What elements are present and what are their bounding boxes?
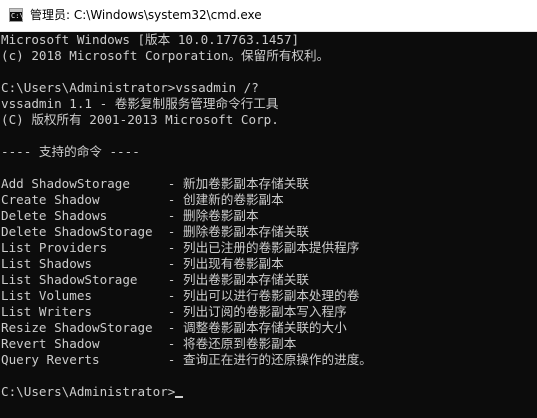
console-line: (c) 2018 Microsoft Corporation。保留所有权利。: [1, 48, 330, 63]
console-line: Microsoft Windows [版本 10.0.17763.1457]: [1, 32, 300, 47]
command-row: Create Shadow - 创建新的卷影副本: [1, 192, 284, 207]
command-row: List Shadows - 列出现有卷影副本: [1, 256, 284, 271]
command-row: List Writers - 列出订阅的卷影副本写入程序: [1, 304, 347, 319]
text-cursor: [175, 396, 184, 398]
command-row: Revert Shadow - 将卷还原到卷影副本: [1, 336, 297, 351]
prompt-text: C:\Users\Administrator>: [1, 384, 176, 399]
window-title: 管理员: C:\Windows\system32\cmd.exe: [30, 8, 262, 22]
command-row: List Providers - 列出已注册的卷影副本提供程序: [1, 240, 360, 255]
console-line: C:\Users\Administrator>vssadmin /?: [1, 80, 259, 95]
command-row: List Volumes - 列出可以进行卷影副本处理的卷: [1, 288, 360, 303]
command-row: Delete ShadowStorage - 删除卷影副本存储关联: [1, 224, 309, 239]
command-row: Add ShadowStorage - 新加卷影副本存储关联: [1, 176, 309, 191]
console-output[interactable]: Microsoft Windows [版本 10.0.17763.1457] (…: [0, 32, 537, 418]
cmd-icon[interactable]: C:\: [9, 8, 24, 22]
cmd-window: C:\ 管理员: C:\Windows\system32\cmd.exe Mic…: [0, 0, 537, 418]
command-row: Resize ShadowStorage - 调整卷影副本存储关联的大小: [1, 320, 347, 335]
command-row: Query Reverts - 查询正在进行的还原操作的进度。: [1, 352, 372, 367]
command-row: List ShadowStorage - 列出卷影副本存储关联: [1, 272, 309, 287]
console-line: vssadmin 1.1 - 卷影复制服务管理命令行工具: [1, 96, 279, 111]
section-heading: ---- 支持的命令 ----: [1, 144, 140, 159]
console-line: (C) 版权所有 2001-2013 Microsoft Corp.: [1, 112, 279, 127]
prompt-line[interactable]: C:\Users\Administrator>: [0, 384, 537, 400]
title-bar[interactable]: C:\ 管理员: C:\Windows\system32\cmd.exe: [0, 0, 537, 32]
command-row: Delete Shadows - 删除卷影副本: [1, 208, 259, 223]
